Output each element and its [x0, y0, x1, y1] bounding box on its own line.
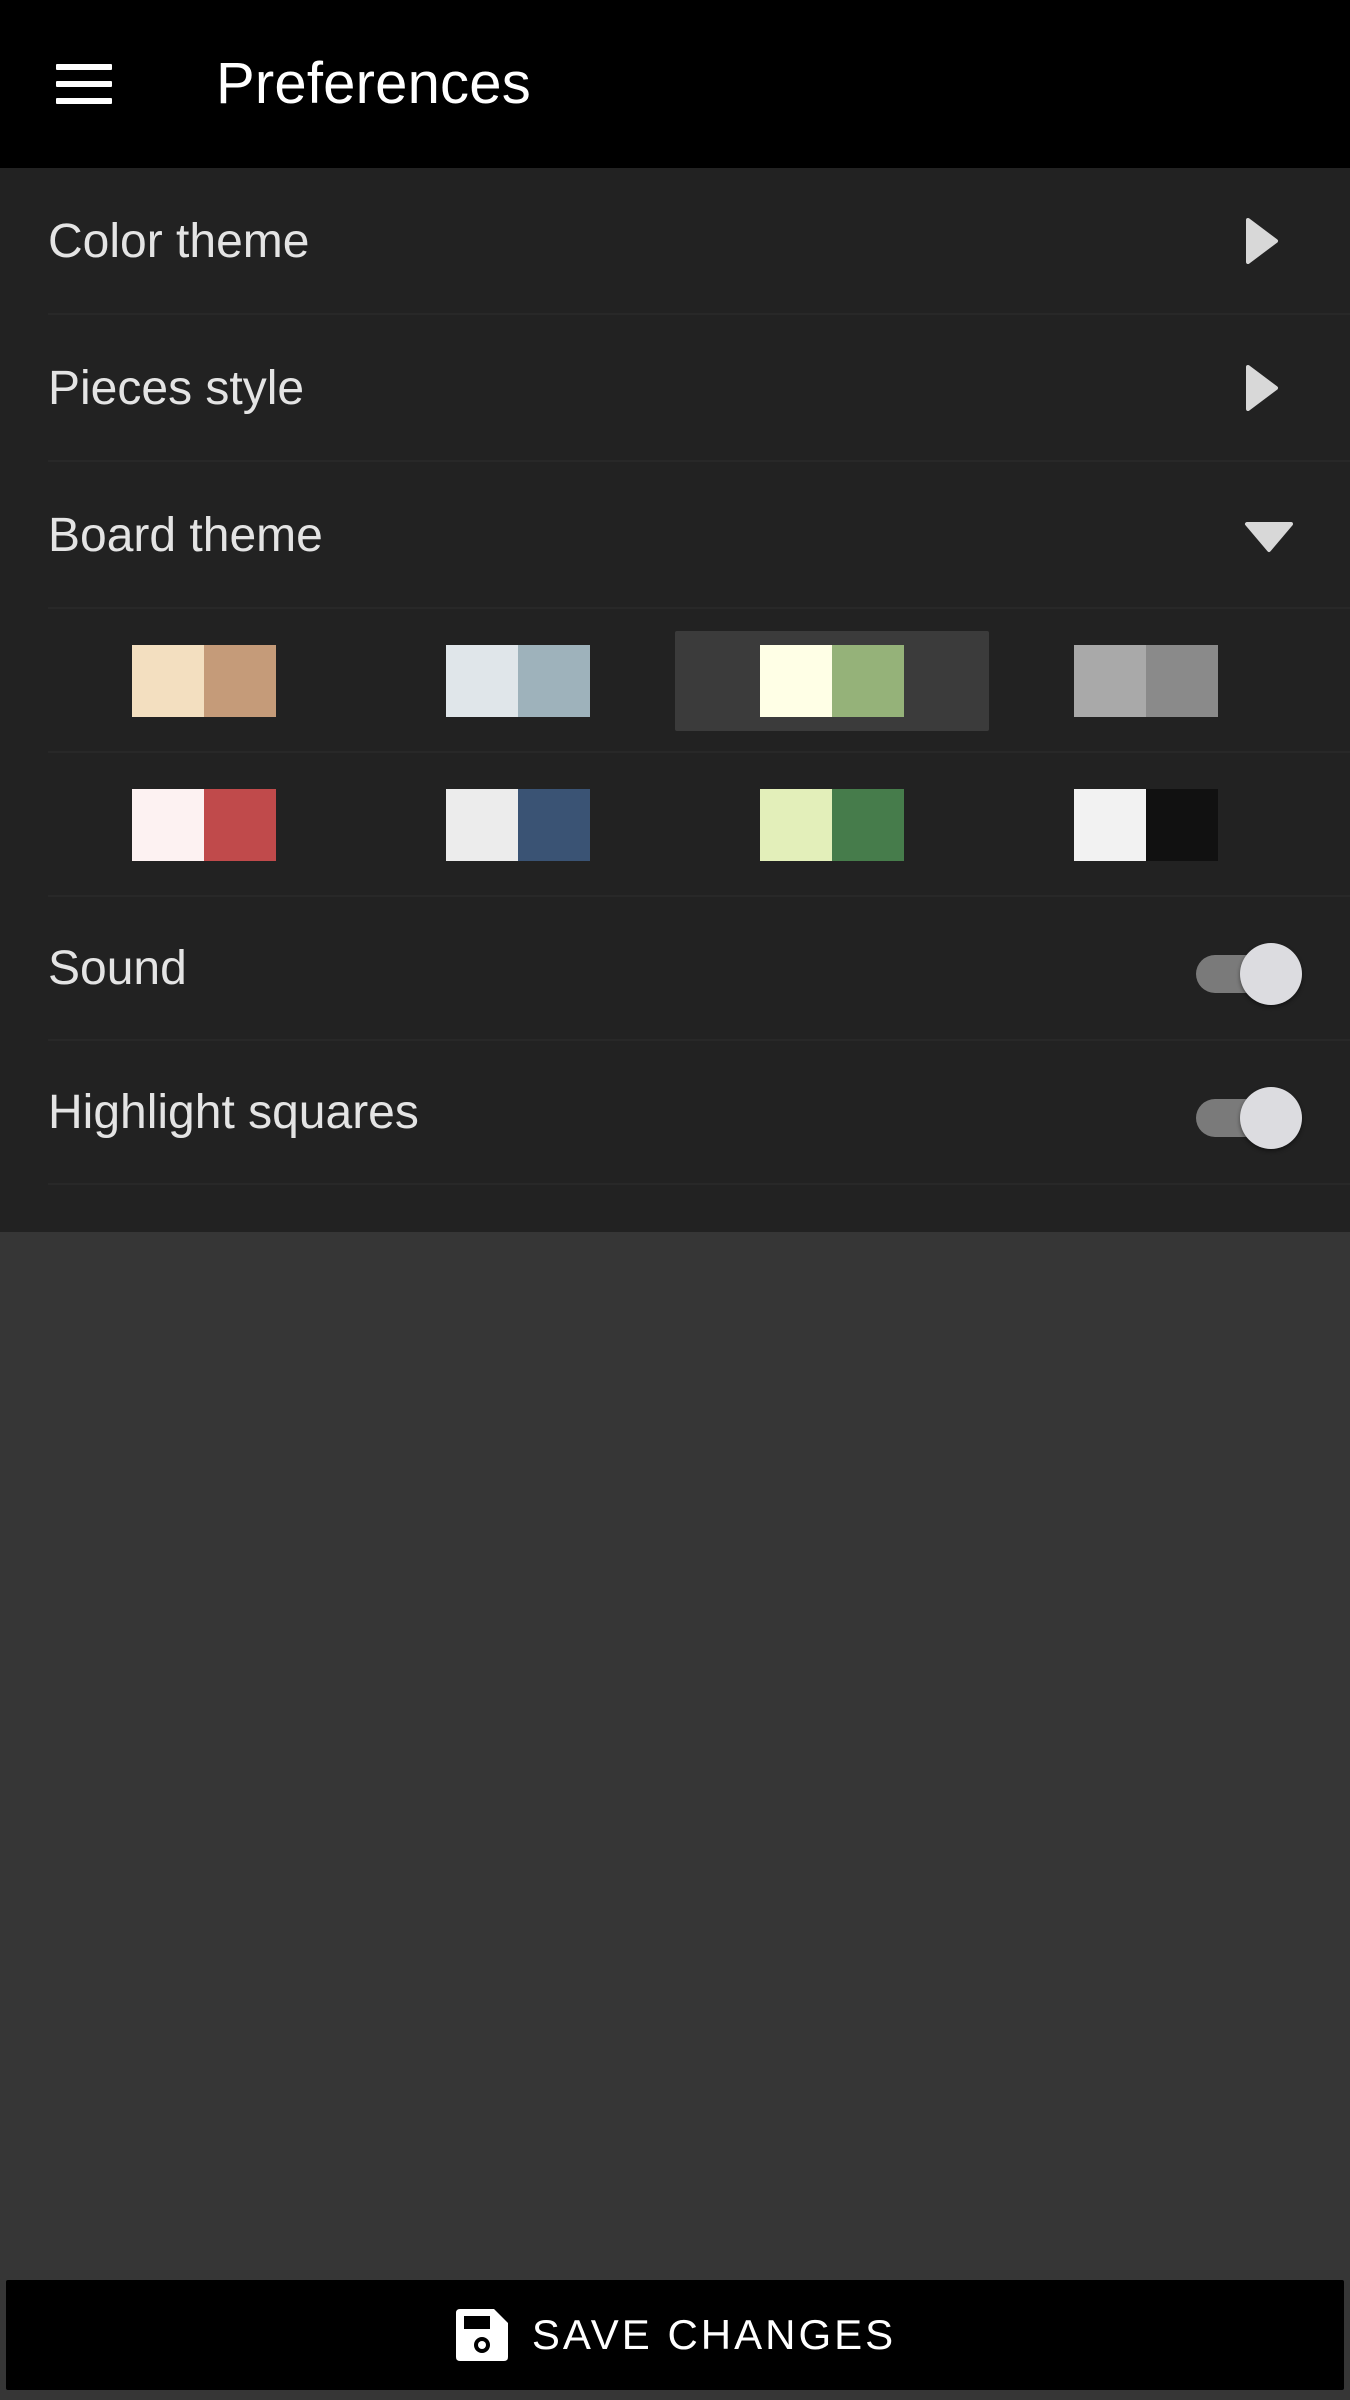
sound-toggle[interactable] [1192, 939, 1302, 1005]
board-theme-swatch-row [0, 609, 1350, 753]
board-theme-row[interactable]: Board theme [0, 462, 1350, 609]
highlight-squares-toggle[interactable] [1192, 1083, 1302, 1149]
board-theme-option[interactable] [675, 631, 989, 731]
board-swatch [446, 789, 590, 861]
board-swatch [132, 645, 276, 717]
preferences-screen: Preferences Color theme Pieces style Boa… [0, 0, 1350, 2400]
preferences-list: Color theme Pieces style Board theme Sou… [0, 168, 1350, 1232]
board-theme-option[interactable] [675, 775, 989, 875]
divider [48, 1183, 1350, 1185]
board-theme-option[interactable] [361, 775, 675, 875]
board-swatch [1074, 789, 1218, 861]
page-title: Preferences [216, 51, 531, 116]
floppy-disk-icon [455, 2309, 508, 2361]
board-swatch [132, 789, 276, 861]
hamburger-menu-icon [30, 40, 138, 128]
save-changes-button[interactable]: SAVE CHANGES [6, 2280, 1344, 2390]
chevron-right-icon [1246, 365, 1278, 411]
chevron-down-icon [1245, 522, 1293, 552]
highlight-squares-label: Highlight squares [48, 1086, 419, 1139]
color-theme-row[interactable]: Color theme [0, 168, 1350, 315]
board-theme-option[interactable] [989, 775, 1303, 875]
sound-label: Sound [48, 942, 187, 995]
menu-button[interactable] [30, 40, 138, 128]
pieces-style-label: Pieces style [48, 362, 305, 415]
highlight-squares-row: Highlight squares [0, 1041, 1350, 1185]
pieces-style-row[interactable]: Pieces style [0, 315, 1350, 462]
chevron-right-icon [1246, 218, 1278, 264]
app-bar: Preferences [0, 0, 1350, 168]
board-theme-option[interactable] [989, 631, 1303, 731]
board-swatch [1074, 645, 1218, 717]
sound-row: Sound [0, 897, 1350, 1041]
board-swatch [760, 645, 904, 717]
toggle-knob [1240, 943, 1302, 1005]
toggle-knob [1240, 1087, 1302, 1149]
board-swatch [446, 645, 590, 717]
board-swatch [760, 789, 904, 861]
board-theme-option[interactable] [361, 631, 675, 731]
board-theme-label: Board theme [48, 509, 323, 562]
board-theme-option[interactable] [47, 631, 361, 731]
board-theme-option[interactable] [47, 775, 361, 875]
color-theme-label: Color theme [48, 215, 310, 268]
board-theme-swatch-row [0, 753, 1350, 897]
save-changes-label: SAVE CHANGES [531, 2311, 897, 2358]
